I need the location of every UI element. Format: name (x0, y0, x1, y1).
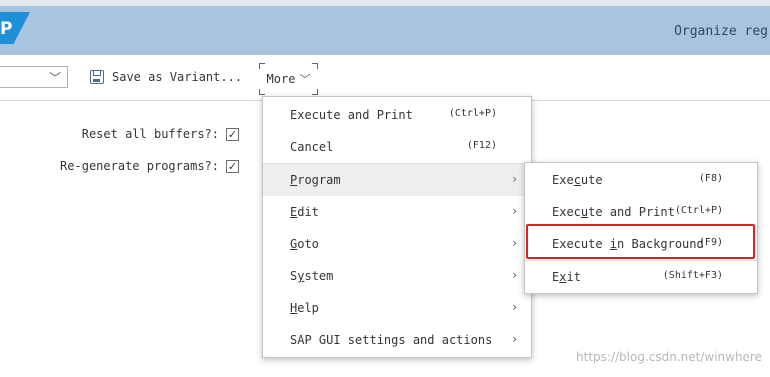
mnemonic: c (573, 173, 581, 187)
regenerate-programs-checkbox[interactable]: ✓ (226, 159, 239, 173)
watermark: https://blog.csdn.net/winwhere (576, 350, 762, 364)
shell-bar (0, 6, 770, 55)
label-part: rogram (297, 173, 341, 187)
menu-item-shortcut: (Ctrl+P) (674, 205, 723, 216)
menu-item-label: Cancel (290, 140, 334, 154)
param-reset-buffers: Reset all buffers?: ✓ (82, 127, 239, 141)
label-part: ute (580, 173, 603, 187)
menu-item-label: Edit (290, 205, 319, 219)
focus-corner (312, 89, 318, 95)
checkmark-icon: ✓ (227, 159, 238, 173)
menu-item-program[interactable]: Program › (263, 164, 531, 196)
chevron-right-icon: › (512, 204, 517, 218)
menu-item-label: Execute (552, 173, 603, 187)
menu-item-label: Help (290, 301, 319, 315)
label-part: te and Print (588, 205, 675, 219)
menu-item-label: Execute and Print (290, 108, 413, 122)
param-regenerate-programs: Re-generate programs?: ✓ (60, 159, 239, 173)
submenu-item-execute[interactable]: Execute (F8) (525, 164, 757, 196)
menu-item-label: Exit (552, 270, 581, 284)
param-label: Re-generate programs?: (60, 159, 219, 173)
menu-item-cancel[interactable]: Cancel (F12) (263, 131, 531, 163)
chevron-down-icon: ﹀ (48, 71, 61, 85)
label-part: elp (297, 301, 319, 315)
submenu-item-exit[interactable]: Exit (Shift+F3) (525, 261, 757, 293)
page-title: Organize reg (674, 24, 768, 39)
menu-item-help[interactable]: Help › (263, 292, 531, 324)
label-part: Exe (552, 173, 574, 187)
chevron-right-icon: › (512, 236, 517, 250)
menu-item-shortcut: (Shift+F3) (662, 270, 723, 281)
label-part: stem (304, 269, 334, 283)
variant-select[interactable]: ﹀ (0, 66, 68, 88)
label-part: Exec (552, 205, 581, 219)
save-icon (90, 70, 104, 84)
focus-corner (259, 89, 265, 95)
label-part: oto (297, 237, 319, 251)
label-part: dit (297, 205, 319, 219)
menu-item-system[interactable]: System › (263, 260, 531, 292)
focus-corner (259, 63, 265, 69)
chevron-right-icon: › (512, 300, 517, 314)
menu-item-shortcut: (F12) (466, 140, 497, 151)
checkmark-icon: ✓ (227, 127, 238, 141)
highlight-annotation (526, 224, 755, 259)
reset-buffers-checkbox[interactable]: ✓ (226, 127, 239, 141)
chevron-right-icon: › (512, 332, 517, 346)
menu-item-shortcut: (Ctrl+P) (448, 108, 497, 119)
chevron-right-icon: › (512, 172, 517, 186)
menu-item-label: SAP GUI settings and actions (290, 333, 493, 347)
menu-item-label: System (290, 269, 333, 283)
menu-item-execute-and-print[interactable]: Execute and Print (Ctrl+P) (263, 99, 531, 131)
chevron-down-icon: ﹀ (299, 73, 311, 86)
save-as-variant-button[interactable]: Save as Variant... (90, 70, 242, 84)
menu-item-label: Program (290, 173, 341, 187)
menu-item-gui-settings[interactable]: SAP GUI settings and actions › (263, 324, 531, 356)
focus-corner (312, 63, 318, 69)
menu-item-shortcut: (F8) (698, 173, 723, 184)
more-menu: Execute and Print (Ctrl+P) Cancel (F12) … (262, 96, 532, 358)
more-label: More (266, 72, 296, 86)
label-part: it (566, 270, 581, 284)
more-button[interactable]: More ﹀ (259, 63, 318, 95)
menu-item-label: Goto (290, 237, 319, 251)
chevron-right-icon: › (512, 268, 517, 282)
save-as-variant-label: Save as Variant... (112, 70, 243, 84)
menu-item-edit[interactable]: Edit › (263, 196, 531, 228)
menu-item-goto[interactable]: Goto › (263, 228, 531, 260)
logo-text: P (0, 19, 13, 39)
menu-item-label: Execute and Print (552, 205, 675, 219)
param-label: Reset all buffers?: (81, 127, 219, 141)
